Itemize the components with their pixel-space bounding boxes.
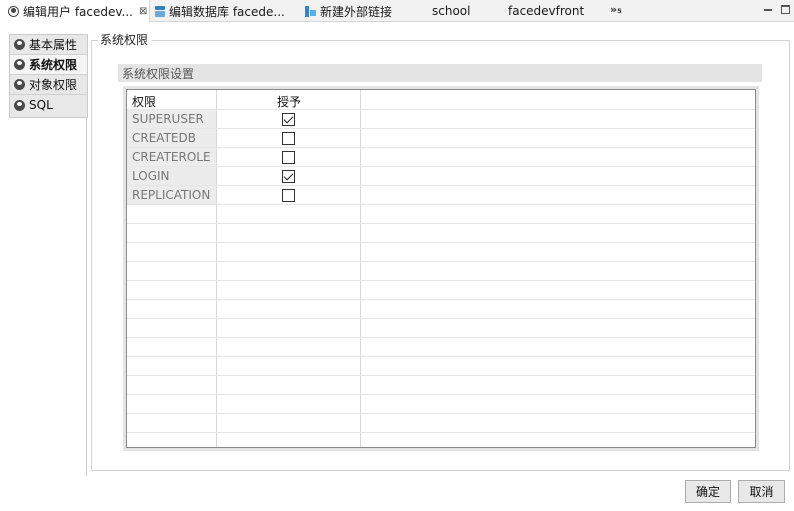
privileges-table: 权限 授予 SUPERUSER CREATEDB CREATEROLE LOGI… (126, 89, 756, 448)
tab-school[interactable]: school (418, 0, 470, 22)
row-divider (127, 185, 755, 186)
row-divider (127, 128, 755, 129)
row-divider (127, 413, 755, 414)
user-icon (14, 79, 25, 90)
tab-label: school (432, 4, 471, 18)
external-link-icon (305, 5, 316, 17)
column-header-privilege: 权限 (132, 95, 157, 109)
tab-label: 编辑数据库 facede... (169, 4, 285, 19)
row-divider (127, 109, 755, 110)
user-icon (14, 99, 25, 111)
section-header: 系统权限设置 (118, 64, 762, 82)
row-divider (127, 204, 755, 205)
tab-label: 新建外部链接 (320, 4, 393, 19)
maximize-icon[interactable] (781, 5, 790, 14)
grant-checkbox[interactable] (282, 151, 295, 164)
table-row: SUPERUSER (127, 110, 755, 129)
grant-checkbox[interactable] (282, 189, 295, 202)
close-tab-icon[interactable]: ⊠ (139, 6, 147, 17)
row-divider (127, 299, 755, 300)
privilege-name: SUPERUSER (132, 112, 204, 126)
privilege-name: CREATEROLE (132, 150, 211, 164)
row-divider (127, 318, 755, 319)
row-divider (127, 166, 755, 167)
grant-checkbox[interactable] (282, 170, 295, 183)
section-title: 系统权限设置 (122, 66, 195, 81)
table-row: LOGIN (127, 167, 755, 186)
sidebar-item-sql[interactable]: SQL (10, 95, 87, 115)
column-header-grant: 授予 (277, 95, 302, 109)
grid-icon (494, 6, 504, 16)
table-row: CREATEDB (127, 129, 755, 148)
sidebar-item-object-privileges[interactable]: 对象权限 (10, 75, 87, 95)
tab-overflow-button[interactable]: »₅ (610, 3, 622, 16)
row-divider (127, 356, 755, 357)
privileges-table-frame: 权限 授予 SUPERUSER CREATEDB CREATEROLE LOGI… (123, 86, 759, 451)
sidebar-item-basic-properties[interactable]: 基本属性 (10, 35, 87, 55)
row-divider (127, 432, 755, 433)
tab-edit-database[interactable]: 编辑数据库 facede... (155, 0, 285, 22)
user-icon (14, 39, 25, 50)
sidebar-item-label: 系统权限 (29, 58, 78, 72)
grant-checkbox[interactable] (282, 132, 295, 145)
database-icon (155, 5, 165, 17)
user-icon (14, 59, 25, 70)
user-circle-icon (8, 6, 19, 17)
tab-facedevfront[interactable]: facedevfront (494, 0, 584, 22)
row-divider (127, 280, 755, 281)
editor-tab-bar: 编辑用户 facedev... ⊠ 编辑数据库 facede... 新建外部链接… (0, 0, 794, 23)
sidebar-item-system-privileges[interactable]: 系统权限 (10, 55, 87, 75)
row-divider (127, 261, 755, 262)
table-row: CREATEROLE (127, 148, 755, 167)
sidebar-divider (86, 118, 87, 476)
tab-label: facedevfront (508, 4, 585, 18)
row-divider (127, 375, 755, 376)
row-divider (127, 147, 755, 148)
grant-checkbox[interactable] (282, 113, 295, 126)
privilege-name: CREATEDB (132, 131, 196, 145)
tab-label: 编辑用户 facedev... (23, 5, 133, 19)
property-sidebar: 基本属性 系统权限 对象权限 SQL (9, 34, 88, 118)
row-divider (127, 242, 755, 243)
sidebar-item-label: 对象权限 (29, 78, 78, 92)
sidebar-item-label: SQL (29, 98, 53, 112)
ok-button[interactable]: 确定 (685, 480, 731, 503)
row-divider (127, 223, 755, 224)
privilege-name: REPLICATION (132, 188, 211, 202)
sidebar-item-label: 基本属性 (29, 38, 78, 52)
row-divider (127, 337, 755, 338)
table-row: REPLICATION (127, 186, 755, 205)
cancel-button[interactable]: 取消 (738, 480, 785, 503)
group-title: 系统权限 (98, 31, 153, 48)
row-divider (127, 394, 755, 395)
privilege-name: LOGIN (132, 169, 170, 183)
minimize-icon[interactable] (764, 5, 772, 11)
tab-edit-user[interactable]: 编辑用户 facedev... ⊠ (0, 0, 150, 23)
tab-new-external-link[interactable]: 新建外部链接 (305, 0, 392, 22)
grid-icon (418, 6, 428, 16)
